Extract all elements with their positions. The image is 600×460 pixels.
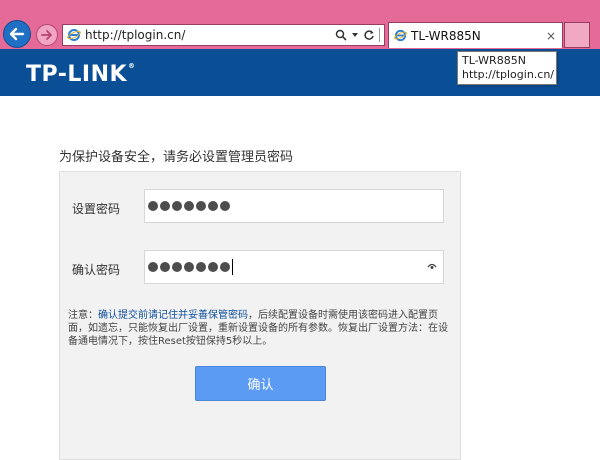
- registered-mark: ®: [128, 62, 136, 70]
- refresh-icon[interactable]: [363, 29, 375, 41]
- password-dot: [172, 201, 182, 211]
- note-prefix: 注意：: [68, 310, 98, 321]
- page-instruction: 为保护设备安全，请务必设置管理员密码: [59, 150, 294, 165]
- ie-icon: [67, 29, 81, 41]
- password-dot: [208, 201, 218, 211]
- confirm-password-field[interactable]: [144, 250, 444, 284]
- note-highlight: 确认提交前请记住并妥善保管密码: [98, 310, 248, 321]
- ie-tab-icon: [394, 29, 407, 42]
- password-dot: [220, 201, 230, 211]
- tplink-logo: TP-LINK®: [26, 62, 136, 87]
- forward-arrow-icon: [41, 30, 52, 40]
- password-note: 注意：确认提交前请记住并妥善保管密码，后续配置设备时需使用该密码进入配置页面，如…: [68, 309, 448, 348]
- set-password-field[interactable]: [144, 189, 444, 223]
- logo-text: TP-LINK: [26, 62, 128, 87]
- new-tab-button[interactable]: [564, 22, 590, 48]
- password-dot: [208, 262, 218, 272]
- tooltip-url: http://tplogin.cn/: [462, 68, 555, 81]
- back-arrow-icon: [9, 27, 25, 41]
- forward-button[interactable]: [36, 24, 58, 46]
- address-bar[interactable]: http://tplogin.cn/: [62, 24, 385, 46]
- tooltip-title: TL-WR885N: [462, 54, 526, 67]
- show-password-icon[interactable]: [427, 262, 437, 270]
- dropdown-arrow-icon[interactable]: [351, 31, 359, 39]
- password-dot: [148, 262, 158, 272]
- password-dot: [172, 262, 182, 272]
- password-dot: [184, 201, 194, 211]
- password-dot: [160, 201, 170, 211]
- password-form: 设置密码 确认密码 注意：确认提交前请记住并妥善保管密码，后续配置设备时需使用该…: [59, 171, 461, 460]
- password-dot: [160, 262, 170, 272]
- password-dot: [196, 262, 206, 272]
- tab-close-icon[interactable]: ×: [546, 29, 556, 43]
- password-dots: [148, 201, 230, 211]
- address-text[interactable]: http://tplogin.cn/: [85, 28, 335, 42]
- tab-tooltip: TL-WR885N http://tplogin.cn/: [457, 51, 557, 85]
- tab-title: TL-WR885N: [411, 28, 481, 43]
- password-dot: [148, 201, 158, 211]
- address-separator: [379, 28, 380, 42]
- password-dot: [184, 262, 194, 272]
- browser-chrome: http://tplogin.cn/ TL-WR885N ×: [0, 0, 600, 49]
- password-dots: [148, 262, 230, 272]
- text-caret: [232, 259, 233, 275]
- password-dot: [220, 262, 230, 272]
- set-password-label: 设置密码: [72, 202, 121, 216]
- browser-tab[interactable]: TL-WR885N ×: [388, 22, 563, 48]
- back-button[interactable]: [3, 20, 31, 48]
- search-icon[interactable]: [335, 29, 347, 41]
- password-dot: [196, 201, 206, 211]
- confirm-button[interactable]: 确认: [195, 366, 326, 401]
- confirm-password-label: 确认密码: [72, 263, 121, 277]
